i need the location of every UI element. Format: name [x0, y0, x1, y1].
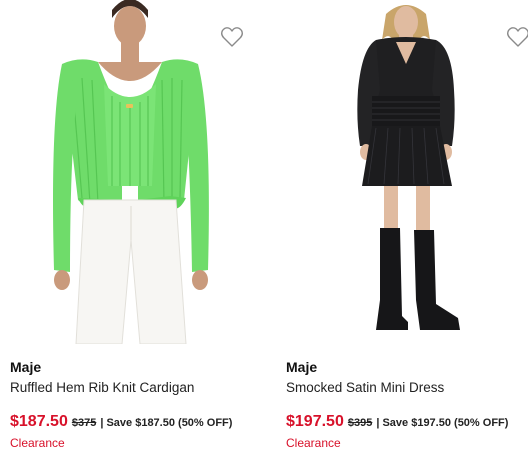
product-photo-dress — [357, 5, 460, 330]
savings-text: | Save $187.50 (50% OFF) — [100, 417, 233, 429]
product-brand[interactable]: Maje — [286, 359, 317, 375]
product-image[interactable] — [0, 0, 262, 344]
product-brand[interactable]: Maje — [10, 359, 41, 375]
sale-price: $187.50 — [10, 413, 68, 430]
sale-price: $197.50 — [286, 413, 344, 430]
savings-text: | Save $197.50 (50% OFF) — [376, 417, 509, 429]
price-row: $187.50 $375 | Save $187.50 (50% OFF) — [10, 413, 232, 431]
original-price: $395 — [347, 417, 373, 429]
product-card[interactable]: Maje Ruffled Hem Rib Knit Cardigan $187.… — [0, 0, 262, 462]
price-row: $197.50 $395 | Save $197.50 (50% OFF) — [286, 413, 508, 431]
wishlist-heart-icon[interactable] — [220, 26, 244, 48]
product-card[interactable]: Maje Smocked Satin Mini Dress $197.50 $3… — [276, 0, 528, 462]
product-photo-cardigan — [53, 0, 209, 344]
original-price: $375 — [71, 417, 97, 429]
clearance-badge: Clearance — [10, 436, 65, 450]
wishlist-heart-icon[interactable] — [506, 26, 528, 48]
product-name[interactable]: Smocked Satin Mini Dress — [286, 380, 444, 395]
product-image[interactable] — [276, 0, 528, 344]
product-name[interactable]: Ruffled Hem Rib Knit Cardigan — [10, 380, 194, 395]
clearance-badge: Clearance — [286, 436, 341, 450]
